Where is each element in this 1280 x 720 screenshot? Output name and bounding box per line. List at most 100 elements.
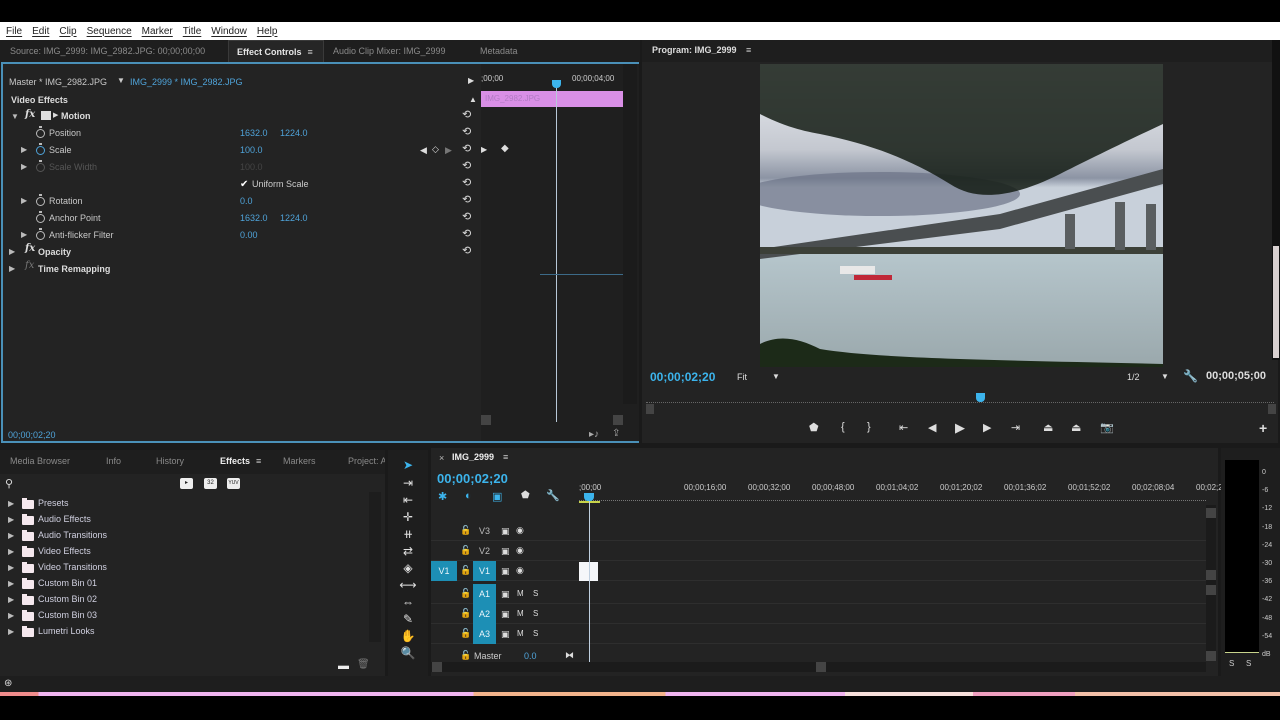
lock-icon[interactable]: 🔓 [460, 545, 471, 556]
program-timecode[interactable]: 00;00;02;20 [650, 370, 715, 384]
menu-help[interactable]: Help [257, 26, 278, 37]
scroll-left-handle[interactable] [646, 404, 654, 414]
expand-folder-icon[interactable]: ▶ [8, 515, 14, 524]
reset-icon[interactable]: ⟲ [462, 193, 471, 206]
expand-folder-icon[interactable]: ▶ [8, 547, 14, 556]
expand-rotation-icon[interactable]: ▶ [21, 196, 27, 205]
lock-icon[interactable]: 🔓 [460, 628, 471, 639]
menu-edit[interactable]: Edit [32, 26, 49, 37]
effects-tree-item[interactable]: Custom Bin 03 [38, 610, 97, 620]
program-title[interactable]: Program: IMG_2999 [652, 45, 737, 55]
lock-icon[interactable]: 🔓 [460, 588, 471, 599]
sequence-clip-label[interactable]: IMG_2999 * IMG_2982.JPG [130, 74, 243, 91]
toggle-output-eye-icon[interactable]: ◉ [516, 565, 524, 576]
track-select-backward-tool-icon[interactable]: ⇤ [394, 493, 422, 507]
toggle-sync-lock-icon[interactable]: ▣ [501, 546, 510, 557]
uniform-scale-checkbox[interactable]: ✔ [240, 179, 248, 190]
rotation-value[interactable]: 0.0 [240, 193, 253, 210]
pen-tool-icon[interactable]: ✎ [394, 612, 422, 626]
toggle-sync-lock-icon[interactable]: ▣ [501, 589, 510, 600]
tab-markers[interactable]: Markers [275, 450, 324, 472]
hand-tool-icon[interactable]: ✋ [394, 629, 422, 643]
effects-tree-item[interactable]: Lumetri Looks [38, 626, 95, 636]
export-icon[interactable]: ⇪ [612, 428, 620, 439]
position-x-value[interactable]: 1632.0 [240, 125, 268, 142]
master-clip-label[interactable]: Master * IMG_2982.JPG [9, 74, 107, 91]
add-marker-icon[interactable]: ⬟ [809, 421, 819, 434]
toggle-output-eye-icon[interactable]: ◉ [516, 545, 524, 556]
panel-menu-icon[interactable]: ≡ [746, 45, 751, 55]
playhead-line[interactable] [556, 82, 557, 422]
creative-cloud-icon[interactable]: ⊛ [4, 678, 12, 689]
button-editor-plus-icon[interactable]: + [1259, 420, 1267, 436]
accelerated-effects-icon[interactable]: ▸ [180, 478, 193, 489]
expand-folder-icon[interactable]: ▶ [8, 579, 14, 588]
effects-tree-item[interactable]: Presets [38, 498, 69, 508]
source-patch-v1[interactable]: V1 [431, 561, 457, 581]
effects-tree-item[interactable]: Video Transitions [38, 562, 107, 572]
play-audio-icon[interactable]: ▸♪ [589, 429, 599, 440]
effects-tree-item[interactable]: Audio Transitions [38, 530, 107, 540]
expand-folder-icon[interactable]: ▶ [8, 531, 14, 540]
scroll-up-icon[interactable]: ▲ [469, 95, 477, 104]
track-select-forward-tool-icon[interactable]: ⇥ [394, 476, 422, 490]
rate-stretch-tool-icon[interactable]: ⇄ [394, 544, 422, 558]
toggle-sync-lock-icon[interactable]: ▣ [501, 526, 510, 537]
timeline-vscroll[interactable] [1206, 505, 1216, 660]
fit-select[interactable]: Fit [737, 372, 747, 382]
export-frame-icon[interactable]: 📷 [1100, 421, 1114, 434]
menu-marker[interactable]: Marker [142, 26, 173, 37]
vscroll-top-handle[interactable] [1206, 508, 1216, 518]
effect-controls-timeline[interactable] [481, 64, 639, 441]
anchor-y-value[interactable]: 1224.0 [280, 210, 308, 227]
mini-timeline-ruler[interactable] [646, 398, 1274, 403]
mute-button[interactable]: M [517, 609, 524, 618]
snap-icon[interactable]: ◐ [465, 490, 472, 502]
panel-menu-icon[interactable]: ≡ [256, 456, 261, 466]
tab-audio-clip-mixer[interactable]: Audio Clip Mixer: IMG_2999 [325, 40, 454, 62]
tab-metadata[interactable]: Metadata [472, 40, 526, 62]
dropdown-arrow-icon[interactable]: ▼ [117, 76, 125, 85]
razor-tool-icon[interactable]: ◈ [394, 561, 422, 575]
timeline-settings-icon[interactable]: 🔧 [546, 489, 560, 502]
current-timecode[interactable]: 00;00;02;20 [8, 430, 56, 440]
previous-keyframe-icon[interactable]: ◀ [420, 145, 427, 156]
lock-icon[interactable]: 🔓 [460, 565, 471, 576]
reset-icon[interactable]: ⟲ [462, 227, 471, 240]
nest-toggle-icon[interactable]: ✱ [438, 490, 447, 503]
solo-right-button[interactable]: S [1246, 659, 1251, 668]
toggle-output-eye-icon[interactable]: ◉ [516, 525, 524, 536]
toggle-sync-lock-icon[interactable]: ▣ [501, 566, 510, 577]
ripple-edit-tool-icon[interactable]: ✛ [394, 510, 422, 524]
expand-time-remapping-icon[interactable]: ▶ [9, 264, 15, 273]
reset-icon[interactable]: ⟲ [462, 176, 471, 189]
stopwatch-active-icon[interactable] [36, 143, 45, 155]
slip-tool-icon[interactable]: ⟷ [394, 578, 422, 592]
mark-in-icon[interactable]: { [841, 421, 845, 433]
solo-button[interactable]: S [533, 589, 538, 598]
step-forward-icon[interactable]: ▶ [983, 421, 991, 434]
lift-icon[interactable]: ⏏ [1043, 421, 1053, 434]
tab-info[interactable]: Info [98, 450, 129, 472]
effects-tree-item[interactable]: Custom Bin 01 [38, 578, 97, 588]
solo-button[interactable]: S [533, 609, 538, 618]
tab-effects[interactable]: Effects ≡ [212, 450, 269, 472]
new-bin-icon[interactable]: ▬ [338, 660, 349, 672]
tab-history[interactable]: History [148, 450, 192, 472]
expand-folder-icon[interactable]: ▶ [8, 595, 14, 604]
reset-icon[interactable]: ⟲ [462, 142, 471, 155]
search-icon[interactable]: ⚲ [5, 477, 13, 490]
yuv-icon[interactable]: YUV [227, 478, 240, 489]
vscroll-bottom-handle[interactable] [1206, 651, 1216, 661]
effects-tree-item[interactable]: Audio Effects [38, 514, 91, 524]
effects-tree-item[interactable]: Custom Bin 02 [38, 594, 97, 604]
keyframe-nav-arrow-icon[interactable]: ▶ [481, 145, 487, 154]
vertical-scrollbar[interactable] [623, 64, 637, 404]
track-target-a3[interactable]: A3 [473, 624, 496, 644]
delete-icon[interactable]: 🗑 [357, 659, 370, 670]
wrench-icon[interactable]: 🔧 [1183, 369, 1198, 383]
slide-tool-icon[interactable]: ⇔ [394, 595, 422, 609]
vscroll-handle[interactable] [1206, 570, 1216, 580]
add-marker-icon[interactable]: ⬟ [521, 490, 530, 501]
anchor-x-value[interactable]: 1632.0 [240, 210, 268, 227]
